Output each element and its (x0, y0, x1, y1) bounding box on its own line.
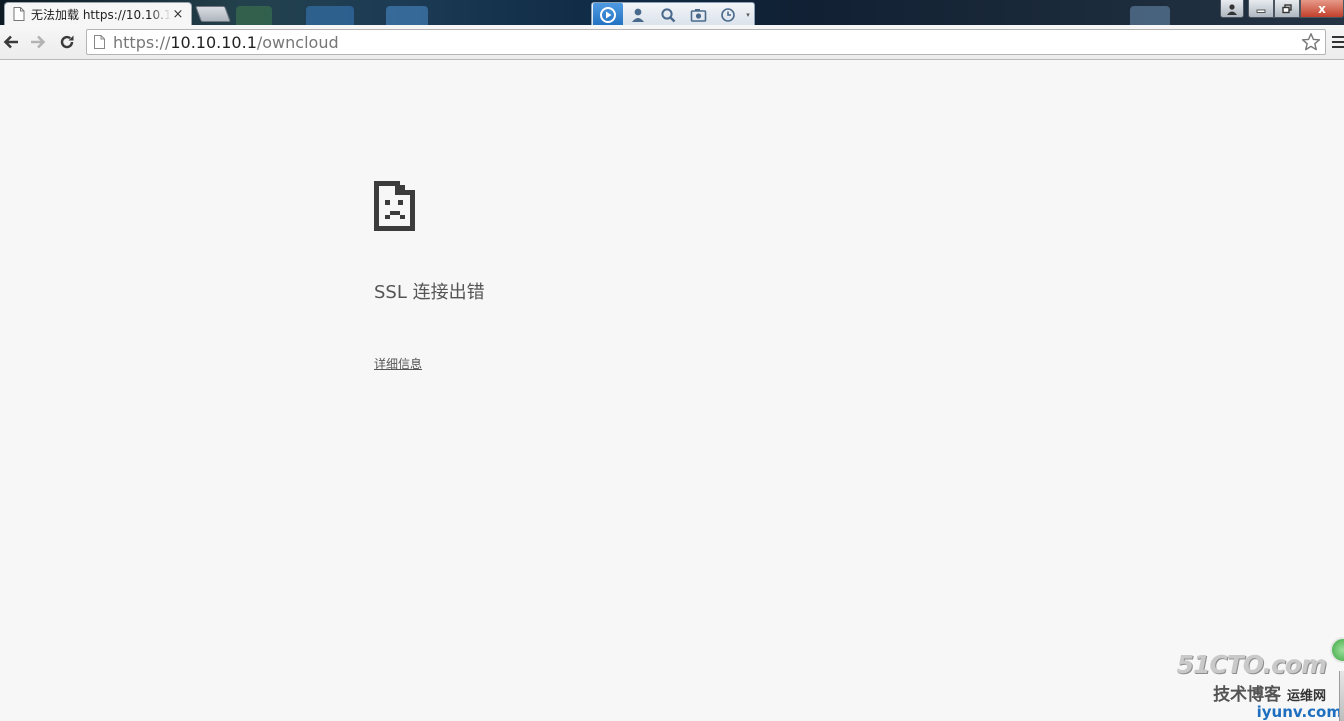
address-bar[interactable]: https://10.10.10.1/owncloud (86, 29, 1326, 55)
error-title: SSL 连接出错 (374, 282, 485, 303)
desktop-background (1130, 6, 1170, 25)
browser-toolbar: https://10.10.10.1/owncloud (0, 25, 1344, 60)
toolbar-dropdown-icon[interactable]: ▾ (743, 11, 753, 19)
watermark-site-label: 运维网 (1286, 689, 1326, 704)
back-button[interactable] (0, 31, 22, 53)
hamburger-menu-icon (1332, 36, 1344, 38)
close-window-button[interactable]: x (1300, 0, 1344, 18)
play-button[interactable] (593, 3, 623, 25)
user-icon (1227, 3, 1237, 15)
clock-icon (721, 8, 735, 22)
url-text: https://10.10.10.1/owncloud (113, 33, 1300, 52)
desktop-background (236, 6, 272, 25)
bookmark-button[interactable] (1300, 31, 1322, 53)
tab-title: 无法加载 https://10.10.10.1/owncloud (31, 7, 171, 22)
restore-icon (1282, 3, 1292, 13)
watermark-site: iyunv.com (1256, 703, 1342, 721)
back-arrow-icon (3, 35, 18, 49)
close-icon: x (1318, 1, 1326, 16)
star-icon (1301, 33, 1321, 51)
minimize-icon (1256, 9, 1266, 13)
contacts-button[interactable] (623, 3, 653, 25)
watermark-domain: 51CTO.com (1176, 650, 1327, 679)
play-icon (600, 7, 616, 23)
floating-quick-toolbar: ▾ (591, 2, 755, 25)
reload-icon (60, 35, 74, 49)
search-icon (661, 8, 676, 23)
history-button[interactable] (713, 3, 743, 25)
camera-icon (690, 9, 706, 22)
tab-close-icon[interactable]: × (171, 7, 185, 22)
user-profile-button[interactable] (1220, 0, 1244, 18)
forward-arrow-icon (31, 35, 46, 49)
reload-button[interactable] (56, 31, 78, 53)
desktop-background (306, 6, 354, 25)
scrollbar-edge (1339, 671, 1344, 721)
watermark: 51CTO.com 技术博客 运维网 iyunv.com (1177, 637, 1344, 721)
page-icon (94, 35, 105, 49)
details-link[interactable]: 详细信息 (374, 355, 422, 372)
watermark-tagline-text: 技术博客 (1213, 685, 1282, 705)
new-tab-button[interactable] (195, 6, 231, 22)
watermark-badge (1330, 637, 1344, 663)
watermark-tagline: 技术博客 运维网 (1213, 680, 1326, 705)
minimize-button[interactable] (1248, 0, 1274, 18)
tab-active[interactable]: 无法加载 https://10.10.10.1/owncloud × (4, 2, 192, 25)
window-controls: x (1220, 0, 1344, 18)
error-page: SSL 连接出错 详细信息 (0, 61, 1344, 721)
search-button[interactable] (653, 3, 683, 25)
url-host: 10.10.10.1 (170, 32, 257, 52)
browser-menu-button[interactable] (1332, 34, 1344, 50)
forward-button[interactable] (27, 31, 49, 53)
url-path: /owncloud (256, 32, 339, 52)
desktop-background (386, 6, 428, 25)
page-icon (13, 7, 25, 21)
person-icon (632, 8, 644, 22)
screenshot-button[interactable] (683, 3, 713, 25)
maximize-button[interactable] (1274, 0, 1300, 18)
sad-document-icon (374, 181, 415, 231)
title-bar: 无法加载 https://10.10.10.1/owncloud × x (0, 0, 1344, 25)
url-scheme: https:// (113, 32, 171, 52)
